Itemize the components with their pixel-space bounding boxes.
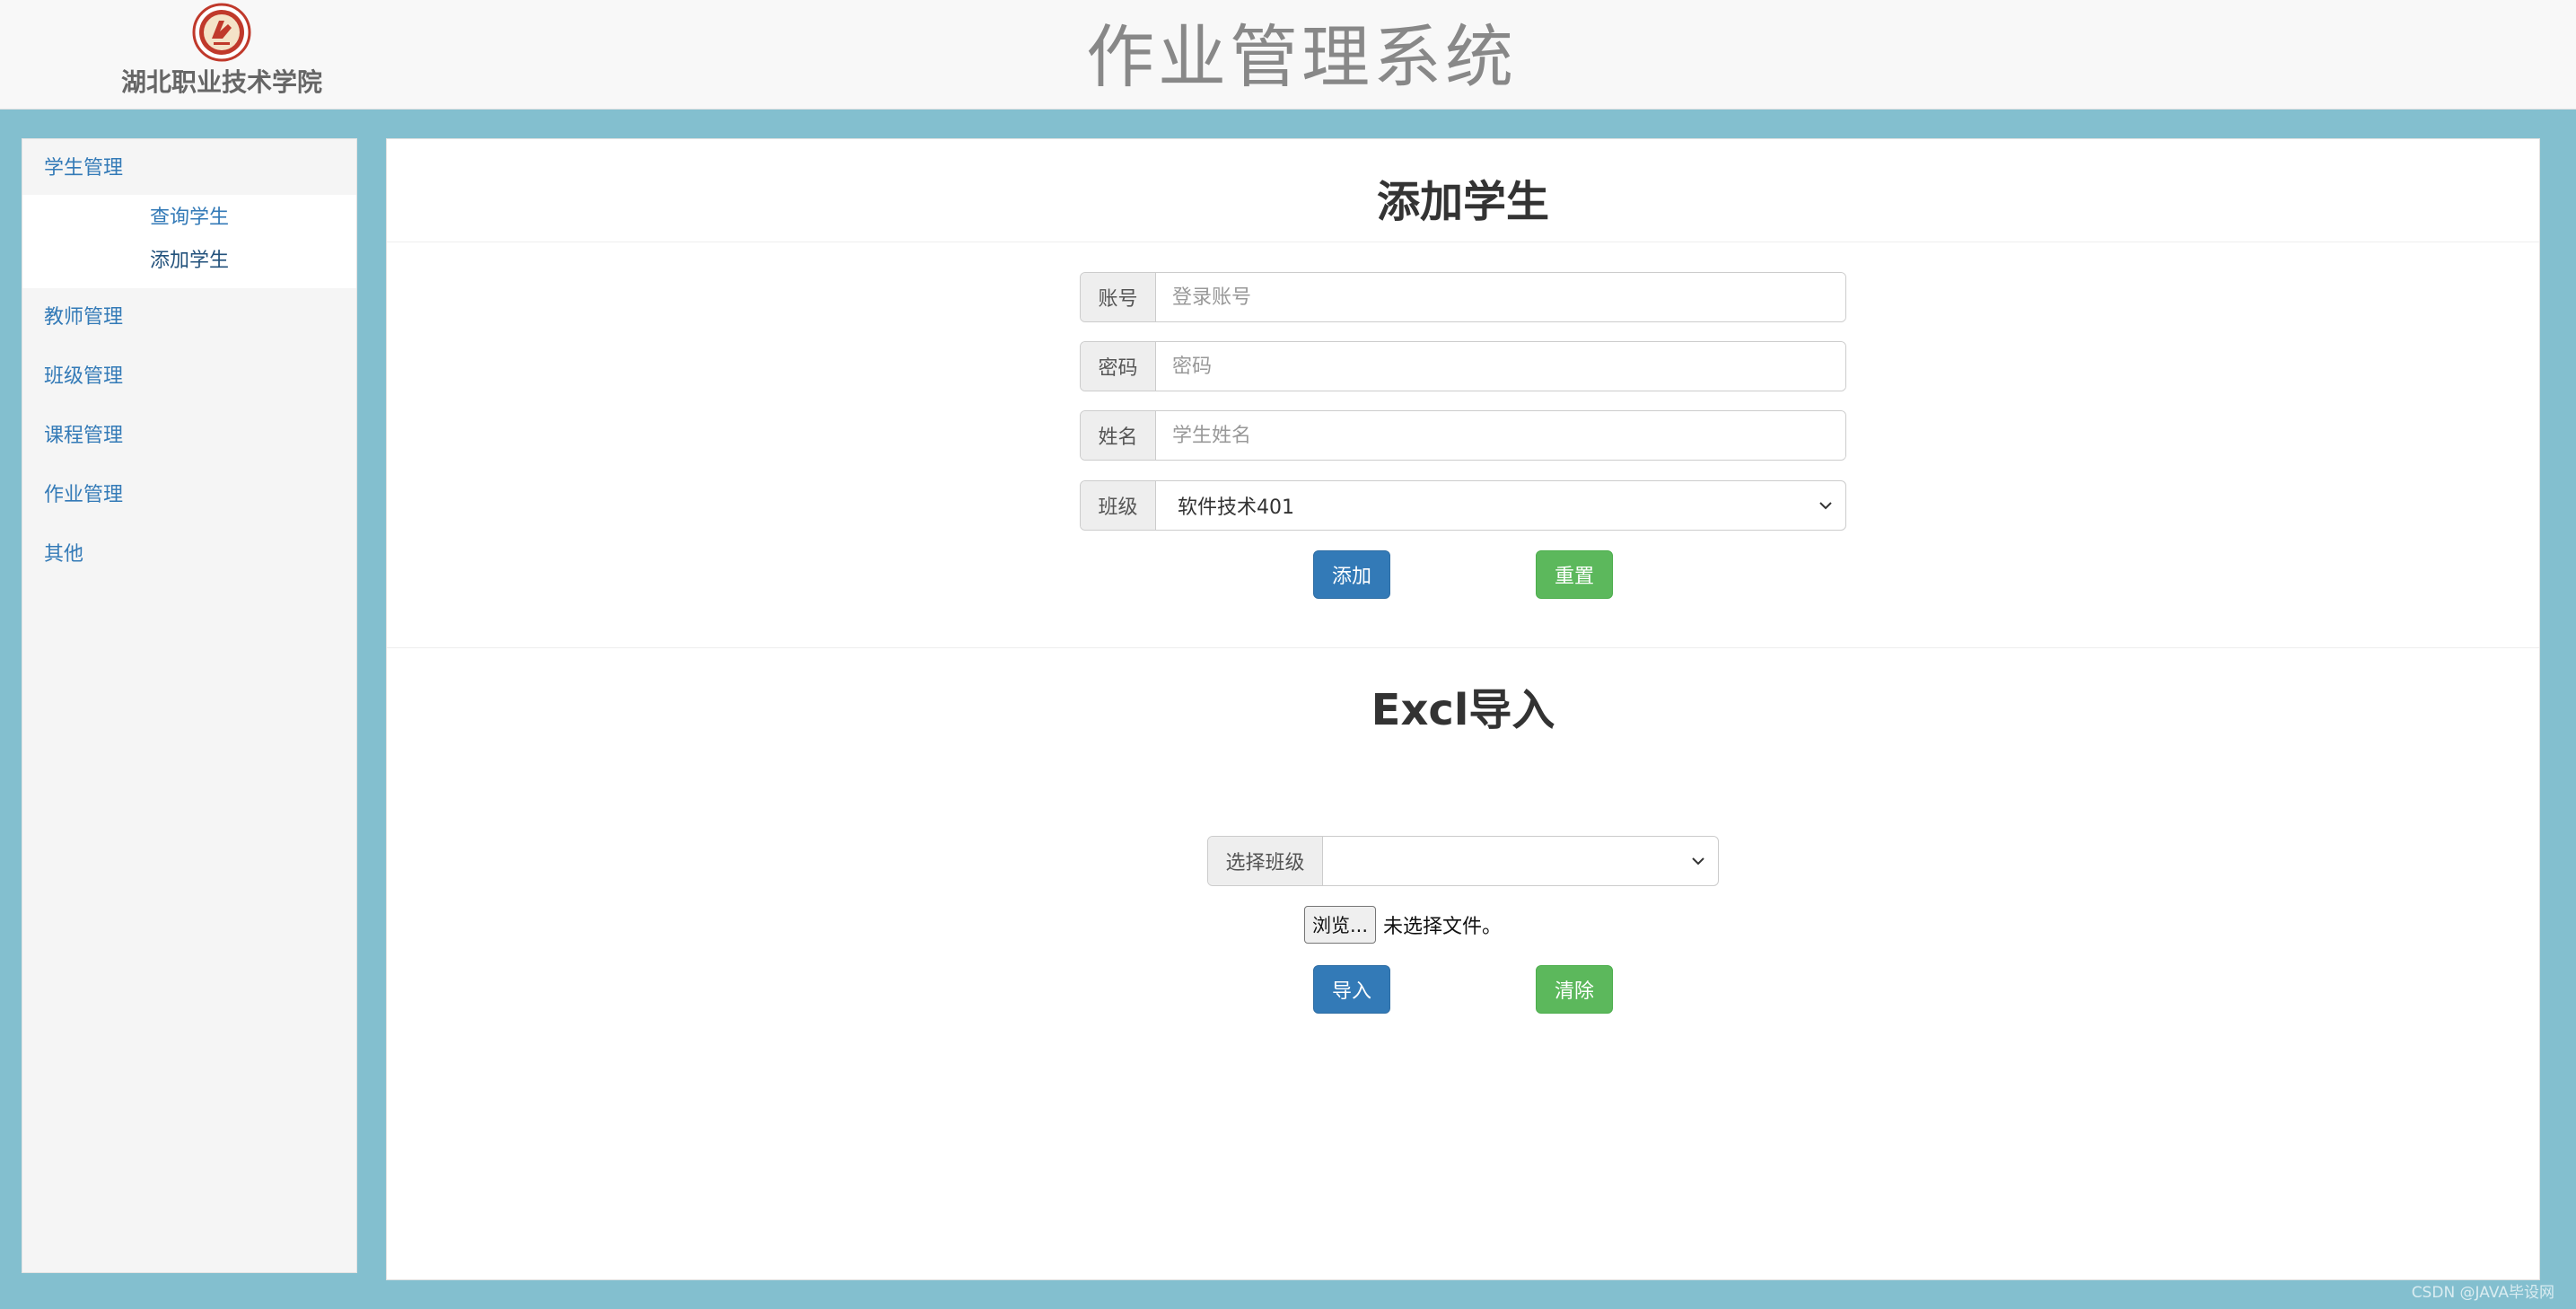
sidebar-group-homework-management[interactable]: 作业管理 (22, 466, 356, 525)
sidebar-group-class-management[interactable]: 班级管理 (22, 347, 356, 407)
excel-import-title: Excl导入 (1371, 685, 1555, 735)
class-select-group: 班级 软件技术401 (1080, 480, 1846, 531)
clear-button[interactable]: 清除 (1536, 965, 1613, 1014)
password-input-group: 密码 (1080, 341, 1846, 391)
password-input[interactable] (1156, 342, 1845, 391)
chevron-down-icon (1819, 502, 1832, 510)
sidebar-group-teacher-management[interactable]: 教师管理 (22, 288, 356, 347)
name-label: 姓名 (1081, 411, 1156, 460)
account-label: 账号 (1081, 273, 1156, 321)
sidebar-group-student-management[interactable]: 学生管理 (22, 139, 356, 195)
account-input-group: 账号 (1080, 272, 1846, 322)
account-input[interactable] (1156, 273, 1845, 321)
name-input[interactable] (1156, 411, 1845, 460)
chevron-down-icon (1692, 857, 1704, 865)
sidebar-item-add-student[interactable]: 添加学生 (22, 240, 356, 283)
school-name: 湖北职业技术学院 (120, 67, 322, 97)
divider (387, 647, 2539, 648)
file-input: 浏览... 未选择文件。 (1304, 906, 1502, 944)
select-class-select[interactable] (1323, 837, 1718, 885)
password-label: 密码 (1081, 342, 1156, 391)
watermark: CSDN @JAVA毕设网 (2411, 1284, 2554, 1302)
name-input-group: 姓名 (1080, 410, 1846, 461)
school-emblem-icon (192, 3, 251, 62)
main-panel: 添加学生 账号 密码 姓名 班级 软件技术401 添加 重置 Excl导入 选择… (386, 138, 2540, 1280)
select-class-label: 选择班级 (1208, 837, 1323, 885)
import-button[interactable]: 导入 (1313, 965, 1390, 1014)
sidebar: 学生管理 查询学生 添加学生 教师管理 班级管理 课程管理 作业管理 其他 (22, 138, 357, 1273)
class-select[interactable]: 软件技术401 (1156, 481, 1845, 530)
sidebar-group-course-management[interactable]: 课程管理 (22, 407, 356, 466)
select-class-group: 选择班级 (1207, 836, 1719, 886)
reset-button[interactable]: 重置 (1536, 550, 1613, 599)
sidebar-group-other[interactable]: 其他 (22, 525, 356, 584)
sidebar-item-query-student[interactable]: 查询学生 (22, 197, 356, 240)
top-header: 湖北职业技术学院 作业管理系统 (0, 0, 2576, 110)
browse-button[interactable]: 浏览... (1304, 906, 1377, 944)
app-title: 作业管理系统 (1086, 17, 1517, 97)
add-button[interactable]: 添加 (1313, 550, 1390, 599)
class-select-value: 软件技术401 (1178, 496, 1294, 519)
class-label: 班级 (1081, 481, 1156, 530)
file-status: 未选择文件。 (1383, 916, 1503, 938)
add-student-title: 添加学生 (1376, 177, 1549, 227)
student-submenu: 查询学生 添加学生 (22, 195, 356, 288)
